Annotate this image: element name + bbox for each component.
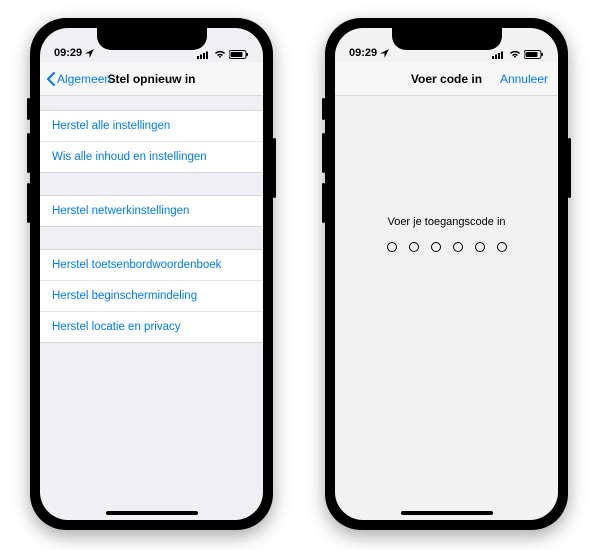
home-indicator[interactable] [106, 511, 198, 515]
back-label: Algemeen [57, 72, 111, 86]
passcode-dot [409, 242, 419, 252]
cellular-signal-icon [492, 50, 506, 59]
back-button[interactable]: Algemeen [46, 72, 111, 86]
passcode-dots[interactable] [387, 242, 507, 252]
reset-homescreen-row[interactable]: Herstel beginschermindeling [40, 281, 263, 312]
page-title: Voer code in [411, 72, 482, 86]
passcode-prompt: Voer je toegangscode in [387, 216, 505, 228]
status-time: 09:29 [54, 47, 82, 59]
iphone-frame-right: 09:29 Voer code in Annuleer [325, 18, 568, 530]
page-title: Stel opnieuw in [107, 72, 195, 86]
wifi-icon [214, 50, 226, 59]
nav-bar: Voer code in Annuleer [335, 62, 558, 96]
status-time: 09:29 [349, 47, 377, 59]
reset-network-row[interactable]: Herstel netwerkinstellingen [40, 196, 263, 226]
wifi-icon [509, 50, 521, 59]
erase-all-content-row[interactable]: Wis alle inhoud en instellingen [40, 142, 263, 172]
passcode-dot [497, 242, 507, 252]
home-indicator[interactable] [401, 511, 493, 515]
cancel-button[interactable]: Annuleer [500, 72, 548, 86]
settings-group-1: Herstel alle instellingen Wis alle inhou… [40, 110, 263, 173]
passcode-dot [387, 242, 397, 252]
settings-group-2: Herstel netwerkinstellingen [40, 195, 263, 227]
nav-bar: Algemeen Stel opnieuw in [40, 62, 263, 96]
location-arrow-icon [85, 49, 94, 58]
reset-all-settings-row[interactable]: Herstel alle instellingen [40, 111, 263, 142]
screen-passcode-entry: 09:29 Voer code in Annuleer [335, 28, 558, 520]
iphone-frame-left: 09:29 Al [30, 18, 273, 530]
passcode-area: Voer je toegangscode in [335, 96, 558, 252]
passcode-dot [453, 242, 463, 252]
notch [97, 28, 207, 50]
passcode-dot [475, 242, 485, 252]
chevron-left-icon [46, 72, 56, 86]
notch [392, 28, 502, 50]
screen-reset-settings: 09:29 Al [40, 28, 263, 520]
reset-location-privacy-row[interactable]: Herstel locatie en privacy [40, 312, 263, 342]
passcode-dot [431, 242, 441, 252]
reset-keyboard-row[interactable]: Herstel toetsenbordwoordenboek [40, 250, 263, 281]
settings-group-3: Herstel toetsenbordwoordenboek Herstel b… [40, 249, 263, 343]
location-arrow-icon [380, 49, 389, 58]
battery-icon [524, 50, 544, 59]
battery-icon [229, 50, 249, 59]
cellular-signal-icon [197, 50, 211, 59]
